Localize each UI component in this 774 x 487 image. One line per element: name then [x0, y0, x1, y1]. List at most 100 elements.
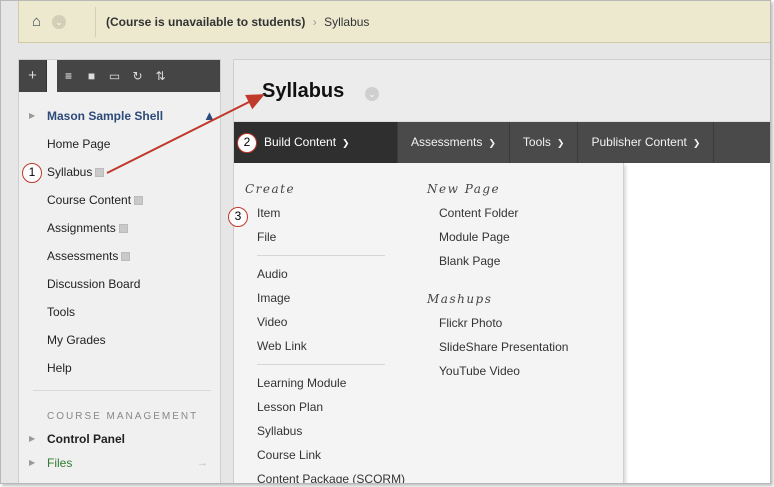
home-button[interactable]: ⌂ ⌄: [32, 13, 74, 33]
callout-2: 2: [237, 133, 257, 153]
breadcrumb-separator: ›: [312, 15, 317, 29]
chevron-down-icon: ❯: [556, 138, 565, 148]
new-page-heading: New Page: [427, 182, 501, 196]
menu-item-file[interactable]: File: [245, 225, 395, 249]
chevron-down-icon: ❯: [692, 138, 701, 148]
hidden-item-icon: [95, 168, 105, 177]
sort-icon[interactable]: ⇅: [149, 60, 172, 92]
expand-triangle-icon[interactable]: ▶: [29, 427, 35, 451]
breadcrumb-divider: [95, 7, 96, 37]
page-title: Syllabus: [262, 80, 345, 102]
menu-item-flickr-photo[interactable]: Flickr Photo: [427, 311, 617, 335]
publisher-content-label: Publisher Content: [591, 135, 687, 149]
publisher-content-button[interactable]: Publisher Content ❯: [578, 122, 715, 163]
window-frame: ⌂ ⌄ (Course is unavailable to students) …: [0, 0, 771, 484]
new-page-column: New Page Content Folder Module Page Blan…: [427, 163, 617, 383]
files-item[interactable]: ▶ Files →: [19, 451, 220, 475]
sidebar-item-label: Help: [47, 361, 72, 375]
menu-item-module-page[interactable]: Module Page: [427, 225, 617, 249]
course-menu-list: ▶ Mason Sample Shell ▲ Home Page Syllabu…: [19, 92, 220, 382]
refresh-icon[interactable]: ↻: [126, 60, 149, 92]
breadcrumb: ⌂ ⌄ (Course is unavailable to students) …: [18, 1, 770, 43]
menu-item-content-package[interactable]: Content Package (SCORM): [245, 467, 405, 483]
breadcrumb-course-state[interactable]: (Course is unavailable to students): [106, 15, 305, 29]
course-menu: + ≡ ■ ▭ ↻ ⇅ ▶ Mason Sample Shell ▲ Home …: [18, 59, 221, 483]
folder-icon[interactable]: ■: [80, 60, 103, 92]
sidebar-item-course-content[interactable]: Course Content: [19, 186, 220, 214]
menu-item-video[interactable]: Video: [245, 310, 395, 334]
sidebar-item-assignments[interactable]: Assignments: [19, 214, 220, 242]
build-content-label: Build Content: [264, 135, 337, 149]
create-heading: Create: [245, 182, 296, 196]
chevron-down-icon: ❯: [342, 138, 350, 148]
course-name[interactable]: Mason Sample Shell: [47, 109, 163, 123]
tools-button[interactable]: Tools ❯: [510, 122, 579, 163]
menu-item-blank-page[interactable]: Blank Page: [427, 249, 617, 273]
arrow-right-icon: →: [197, 457, 208, 469]
sidebar-item-label: Home Page: [47, 137, 111, 151]
assessments-label: Assessments: [411, 135, 483, 149]
tools-label: Tools: [522, 135, 551, 149]
build-content-menu: Create Item File Audio Image Video Web L…: [234, 163, 624, 483]
expand-triangle-icon[interactable]: ▶: [29, 102, 35, 130]
assessments-button[interactable]: Assessments ❯: [398, 122, 510, 163]
control-panel-label: Control Panel: [47, 432, 126, 446]
content-area: Syllabus ⌄ Build Content ❯ Assessments ❯ T…: [233, 59, 770, 483]
action-bar: Build Content ❯ Assessments ❯ Tools ❯ Publi…: [234, 122, 770, 163]
chevron-down-icon: ❯: [488, 138, 496, 148]
sidebar-item-label: My Grades: [47, 333, 106, 347]
menu-item-image[interactable]: Image: [245, 286, 395, 310]
sidebar-item-label: Assessments: [47, 249, 119, 263]
sidebar-item-label: Assignments: [47, 221, 116, 235]
course-menu-toolbar: + ≡ ■ ▭ ↻ ⇅: [19, 60, 220, 92]
chevron-down-icon[interactable]: ⌄: [52, 15, 66, 29]
chevron-down-icon[interactable]: ⌄: [365, 87, 379, 101]
divider: [257, 255, 385, 256]
callout-1: 1: [22, 163, 42, 183]
sidebar-item-label: Syllabus: [47, 165, 93, 179]
plus-icon[interactable]: +: [19, 60, 47, 92]
home-icon: ⌂: [32, 13, 42, 30]
list-icon[interactable]: ≡: [57, 60, 80, 92]
callout-3: 3: [228, 207, 248, 227]
build-content-button[interactable]: Build Content ❯: [234, 122, 398, 163]
breadcrumb-path: (Course is unavailable to students) › Sy…: [106, 15, 369, 29]
sidebar-item-my-grades[interactable]: My Grades: [19, 326, 220, 354]
mashups-heading: Mashups: [427, 292, 493, 306]
sidebar-item-syllabus[interactable]: Syllabus: [19, 158, 220, 186]
toolbar-spacer: [47, 60, 57, 92]
divider: [33, 390, 211, 391]
menu-item-content-folder[interactable]: Content Folder: [427, 201, 617, 225]
course-title[interactable]: ▶ Mason Sample Shell ▲: [19, 102, 220, 130]
sidebar-item-label: Tools: [47, 305, 76, 319]
sidebar-item-label: Discussion Board: [47, 277, 141, 291]
menu-item-web-link[interactable]: Web Link: [245, 334, 395, 358]
menu-item-syllabus[interactable]: Syllabus: [245, 419, 395, 443]
home-pin-icon: ▲: [203, 108, 216, 123]
sidebar-item-discussion-board[interactable]: Discussion Board: [19, 270, 220, 298]
page-header: Syllabus ⌄: [234, 60, 770, 122]
menu-item-lesson-plan[interactable]: Lesson Plan: [245, 395, 395, 419]
menu-item-item[interactable]: Item: [245, 201, 395, 225]
menu-item-slideshare[interactable]: SlideShare Presentation: [427, 335, 617, 359]
sidebar-item-tools[interactable]: Tools: [19, 298, 220, 326]
sidebar-item-home-page[interactable]: Home Page: [19, 130, 220, 158]
hidden-item-icon: [118, 224, 128, 233]
menu-item-learning-module[interactable]: Learning Module: [245, 371, 395, 395]
create-column: Create Item File Audio Image Video Web L…: [245, 163, 405, 483]
hidden-item-icon: [121, 252, 131, 261]
sidebar-item-help[interactable]: Help: [19, 354, 220, 382]
expand-triangle-icon[interactable]: ▶: [29, 451, 35, 475]
control-panel-item[interactable]: ▶ Control Panel: [19, 427, 220, 451]
menu-item-course-link[interactable]: Course Link: [245, 443, 395, 467]
divider: [257, 364, 385, 365]
sidebar-item-assessments[interactable]: Assessments: [19, 242, 220, 270]
breadcrumb-current: Syllabus: [324, 15, 370, 29]
window-icon[interactable]: ▭: [103, 60, 126, 92]
menu-item-audio[interactable]: Audio: [245, 262, 395, 286]
menu-item-youtube-video[interactable]: YouTube Video: [427, 359, 617, 383]
sidebar-item-label: Course Content: [47, 193, 132, 207]
course-management-heading: COURSE MANAGEMENT: [47, 411, 199, 422]
files-label: Files: [47, 456, 73, 470]
hidden-item-icon: [134, 196, 144, 205]
